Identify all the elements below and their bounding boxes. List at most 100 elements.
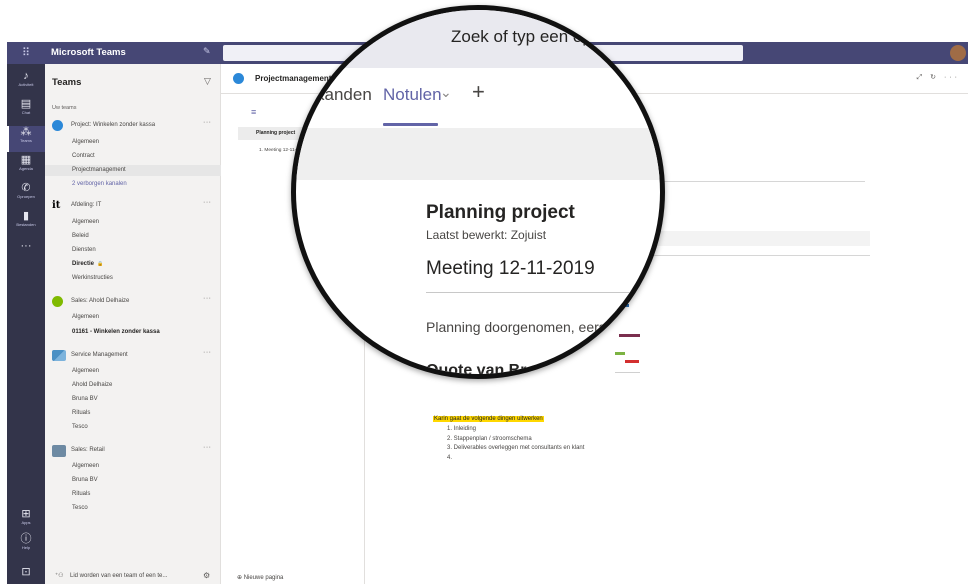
active-tab-indicator — [383, 123, 438, 126]
gantt-axis — [615, 372, 640, 373]
team-row[interactable]: Sales: Retail ··· — [45, 444, 221, 458]
channel-item[interactable]: Bruna BV — [45, 475, 221, 486]
zoomed-title-bar: Zoek of typ een opdracht — [296, 10, 660, 68]
hamburger-menu-icon[interactable]: ≡ — [251, 107, 256, 117]
app-rail: ♪ Activiteit ▤ Chat ⁂ Teams ▦ Agenda ✆ O… — [7, 64, 45, 584]
rail-label: Apps — [21, 520, 31, 525]
apps-icon: ⊞ — [21, 508, 31, 520]
chevron-down-icon[interactable]: ⌄ — [440, 84, 452, 101]
page-title: Meeting 12-11-2019 — [426, 258, 595, 279]
app-name: Microsoft Teams — [51, 47, 126, 58]
header-actions[interactable]: ⤢ ↻ ··· — [917, 73, 960, 82]
rail-item-help[interactable]: ⓘ Help — [7, 533, 45, 555]
rail-label: Activiteit — [18, 82, 34, 87]
join-team-button[interactable]: ⁺⚇ Lid worden van een team of een te... … — [45, 569, 221, 584]
avatar[interactable] — [950, 45, 966, 61]
team-name: Service Management — [71, 352, 128, 358]
gantt-bar — [624, 340, 656, 343]
last-edited: Laatst bewerkt: Zojuist — [426, 228, 547, 242]
rail-item-bestanden[interactable]: ▮ Bestanden — [7, 210, 45, 236]
notebook-title: Planning project — [426, 202, 575, 223]
channel-item[interactable]: Algemeen — [45, 217, 221, 228]
channel-item[interactable]: Algemeen — [45, 137, 221, 148]
list-item: 4. — [447, 454, 453, 461]
rail-label: Oproepen — [17, 194, 35, 199]
channel-item[interactable]: Algemeen — [45, 312, 221, 323]
more-options-icon[interactable]: ··· — [203, 349, 212, 356]
files-icon: ▮ — [22, 210, 30, 222]
join-team-label: Lid worden van een team of een te... — [70, 573, 168, 579]
rail-feedback[interactable]: ⊡ — [7, 566, 45, 584]
channel-item[interactable]: Tesco — [45, 503, 221, 514]
hidden-channels-link[interactable]: 2 verborgen kanalen — [45, 179, 221, 190]
body-text: Planning doorgenomen, eerst — [426, 319, 610, 335]
channel-item[interactable]: 01161 - Winkelen zonder kassa — [45, 327, 221, 338]
more-icon: ··· — [20, 240, 32, 252]
channel-item[interactable]: Diensten — [45, 245, 221, 256]
channel-item[interactable]: Contract — [45, 151, 221, 162]
team-logo — [52, 350, 66, 361]
calendar-icon: ▦ — [20, 154, 32, 166]
add-tab-icon[interactable]: + — [472, 79, 485, 105]
more-options-icon[interactable]: ··· — [203, 199, 212, 206]
zoomed-gantt-image — [616, 310, 656, 370]
rail-item-oproepen[interactable]: ✆ Oproepen — [7, 182, 45, 208]
channel-item-selected[interactable]: Projectmanagement — [45, 165, 221, 176]
divider — [650, 181, 865, 182]
channel-item[interactable]: Beleid — [45, 231, 221, 242]
rail-item-teams[interactable]: ⁂ Teams — [7, 126, 45, 152]
app-launcher-icon[interactable]: ⠿ — [7, 42, 45, 64]
channel-item[interactable]: Werkinstructies — [45, 273, 221, 284]
channel-item[interactable]: Rituals — [45, 489, 221, 500]
zoomed-tab-bar: kanden Notulen ⌄ + — [296, 68, 660, 128]
rail-item-activiteit[interactable]: ♪ Activiteit — [7, 70, 45, 96]
filter-icon[interactable]: ▽ — [204, 76, 211, 87]
team-logo — [52, 445, 66, 457]
team-name: Sales: Ahold Delhaize — [71, 298, 130, 304]
more-options-icon[interactable]: ··· — [203, 444, 212, 451]
team-row[interactable]: Project: Winkelen zonder kassa ··· — [45, 119, 221, 133]
more-options-icon[interactable]: ··· — [203, 119, 212, 126]
phone-icon: ✆ — [21, 182, 31, 194]
team-row[interactable]: Service Management ··· — [45, 349, 221, 363]
team-row[interactable]: it Afdeling: IT ··· — [45, 199, 221, 213]
gantt-bar — [618, 318, 644, 321]
channel-item-private[interactable]: Directie 🔒 — [45, 259, 221, 270]
channel-item[interactable]: Algemeen — [45, 461, 221, 472]
channel-item[interactable]: Tesco — [45, 422, 221, 433]
note-band — [650, 231, 870, 246]
list-item: 1. Inleiding — [447, 426, 477, 432]
gantt-bar — [618, 358, 638, 361]
list-item: 2. Stappenplan / stroomschema — [447, 435, 532, 442]
team-name: Afdeling: IT — [71, 202, 102, 208]
rail-item-chat[interactable]: ▤ Chat — [7, 98, 45, 124]
team-logo — [52, 120, 63, 131]
magnifier-overlay: Zoek of typ een opdracht kanden Notulen … — [291, 5, 665, 379]
team-row[interactable]: Sales: Ahold Delhaize ··· — [45, 295, 221, 309]
compose-icon[interactable]: ✎ — [203, 46, 211, 57]
panel-title: Teams — [52, 77, 82, 88]
new-page-label: Nieuwe pagina — [243, 575, 284, 581]
rail-label: Teams — [20, 138, 32, 143]
rail-item-agenda[interactable]: ▦ Agenda — [7, 154, 45, 180]
channel-item[interactable]: Rituals — [45, 408, 221, 419]
settings-icon[interactable]: ⚙ — [203, 571, 210, 580]
feedback-icon: ⊡ — [21, 566, 31, 578]
rail-label: Agenda — [19, 166, 33, 171]
bell-icon: ♪ — [23, 70, 29, 82]
lock-icon: 🔒 — [97, 261, 104, 267]
new-page-button[interactable]: ⊕ Nieuwe pagina — [237, 574, 283, 581]
list-item: 3. Deliverables overleggen met consultan… — [447, 445, 585, 452]
team-logo — [233, 73, 244, 84]
channel-item[interactable]: Algemeen — [45, 366, 221, 377]
channel-item[interactable]: Ahold Delhaize — [45, 380, 221, 391]
rail-item-apps[interactable]: ⊞ Apps — [7, 508, 45, 530]
rail-more[interactable]: ··· — [7, 240, 45, 256]
rail-label: Help — [21, 545, 31, 550]
tab-notulen[interactable]: Notulen — [383, 85, 442, 105]
more-options-icon[interactable]: ··· — [203, 295, 212, 302]
team-name: Project: Winkelen zonder kassa — [71, 122, 156, 128]
team-name: Sales: Retail — [71, 447, 105, 453]
channel-item[interactable]: Bruna BV — [45, 394, 221, 405]
tab-partial[interactable]: kanden — [316, 85, 372, 105]
